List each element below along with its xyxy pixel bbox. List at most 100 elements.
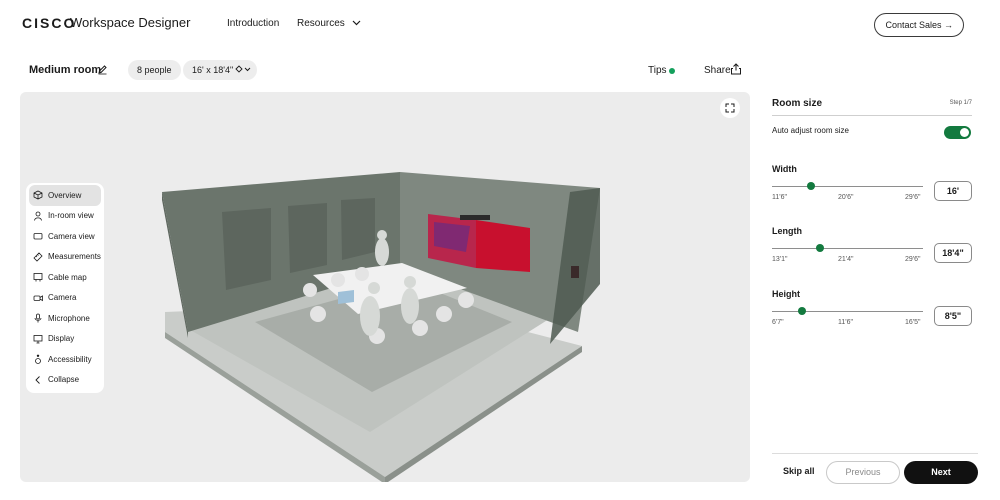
chair bbox=[331, 273, 345, 287]
panel-divider bbox=[772, 115, 972, 116]
height-tick-mid: 11'6" bbox=[838, 319, 853, 326]
person-head bbox=[404, 276, 416, 288]
view-item-label: Camera bbox=[48, 293, 77, 303]
chevron-down-icon bbox=[352, 20, 361, 26]
view-item-label: Display bbox=[48, 334, 75, 344]
view-item-label: Cable map bbox=[48, 272, 87, 282]
length-slider[interactable] bbox=[772, 248, 923, 249]
people-count: 8 people bbox=[137, 65, 172, 75]
person-head bbox=[377, 230, 387, 240]
auto-adjust-label: Auto adjust room size bbox=[772, 126, 849, 135]
laptop bbox=[338, 290, 354, 304]
accessibility-icon bbox=[35, 354, 41, 365]
length-value-input[interactable]: 18'4" bbox=[934, 243, 972, 263]
nav-introduction[interactable]: Introduction bbox=[227, 18, 279, 29]
width-tick-min: 11'6" bbox=[772, 194, 787, 201]
camera-icon bbox=[33, 295, 43, 301]
nav-resources[interactable]: Resources bbox=[297, 18, 361, 29]
view-item-label: Microphone bbox=[48, 313, 90, 323]
room-3d-viewport[interactable] bbox=[20, 92, 750, 482]
microphone-icon bbox=[34, 313, 42, 323]
room-toolbar: Medium room 8 people 16' x 18'4" Tips Sh… bbox=[0, 58, 1000, 84]
overview-icon bbox=[33, 190, 43, 200]
product-name: Workspace Designer bbox=[70, 15, 191, 30]
share-label: Share bbox=[704, 65, 731, 76]
view-item-label: Overview bbox=[48, 190, 82, 200]
view-item-label: Camera view bbox=[48, 231, 95, 241]
app-root: CISCO Workspace Designer Introduction Re… bbox=[0, 0, 1000, 500]
next-button[interactable]: Next bbox=[904, 461, 978, 484]
contact-sales-button[interactable]: Contact Sales → bbox=[874, 13, 964, 37]
chair bbox=[436, 306, 452, 322]
view-item-label: Accessibility bbox=[48, 354, 92, 364]
nav-resources-label: Resources bbox=[297, 18, 345, 29]
person-figure bbox=[401, 288, 419, 324]
acoustic-panel-2 bbox=[288, 203, 327, 273]
ruler-icon bbox=[33, 252, 43, 262]
acoustic-panel-1 bbox=[222, 208, 271, 290]
height-value-input[interactable]: 8'5" bbox=[934, 306, 972, 326]
expand-icon bbox=[725, 103, 735, 113]
person-figure bbox=[375, 238, 389, 266]
view-item-camera-view[interactable]: Camera view bbox=[29, 226, 101, 247]
height-tick-max: 16'5" bbox=[905, 319, 921, 326]
view-item-in-room[interactable]: In-room view bbox=[29, 206, 101, 227]
person-head bbox=[368, 282, 380, 294]
view-item-measurements[interactable]: Measurements bbox=[29, 247, 101, 268]
share-button[interactable]: Share bbox=[704, 65, 731, 76]
dimensions-chip[interactable]: 16' x 18'4" bbox=[183, 60, 258, 80]
tips-button[interactable]: Tips bbox=[648, 65, 667, 76]
previous-button[interactable]: Previous bbox=[826, 461, 900, 484]
dimensions-value: 16' x 18'4" bbox=[192, 65, 234, 75]
length-label: Length bbox=[772, 226, 802, 236]
display-icon bbox=[33, 334, 43, 344]
auto-adjust-toggle[interactable] bbox=[944, 126, 971, 139]
fullscreen-button[interactable] bbox=[720, 98, 740, 118]
width-label: Width bbox=[772, 164, 797, 174]
height-label: Height bbox=[772, 289, 800, 299]
skip-all-button[interactable]: Skip all bbox=[783, 466, 815, 476]
cable-icon bbox=[33, 273, 43, 282]
view-item-label: Collapse bbox=[48, 375, 80, 385]
room-render bbox=[162, 172, 600, 482]
top-navigation: CISCO Workspace Designer Introduction Re… bbox=[0, 0, 1000, 48]
chair bbox=[355, 267, 369, 281]
height-slider[interactable] bbox=[772, 311, 923, 312]
width-slider[interactable] bbox=[772, 186, 923, 187]
chair bbox=[310, 306, 326, 322]
view-item-label: In-room view bbox=[48, 211, 94, 221]
people-count-chip[interactable]: 8 people bbox=[128, 60, 181, 80]
footer-divider bbox=[772, 453, 978, 454]
width-slider-thumb[interactable] bbox=[807, 182, 816, 190]
height-slider-thumb[interactable] bbox=[798, 307, 807, 315]
view-item-collapse[interactable]: Collapse bbox=[29, 370, 101, 391]
share-icon[interactable] bbox=[730, 63, 742, 75]
nav-introduction-label: Introduction bbox=[227, 18, 280, 29]
step-indicator: Step 1/7 bbox=[949, 100, 972, 106]
width-tick-max: 29'6" bbox=[905, 194, 921, 201]
view-item-label: Measurements bbox=[48, 252, 101, 262]
chair bbox=[458, 292, 474, 308]
pencil-icon[interactable] bbox=[97, 64, 108, 75]
cisco-logo[interactable]: CISCO bbox=[22, 15, 76, 31]
display-right bbox=[476, 220, 530, 272]
panel-title: Room size bbox=[772, 98, 823, 109]
view-item-overview[interactable]: Overview bbox=[29, 185, 101, 206]
view-item-cable-map[interactable]: Cable map bbox=[29, 267, 101, 288]
tag-chevron-icon bbox=[235, 65, 251, 73]
view-item-display[interactable]: Display bbox=[29, 329, 101, 350]
chevron-left-icon bbox=[35, 375, 40, 384]
tips-label: Tips bbox=[648, 65, 667, 76]
view-item-camera[interactable]: Camera bbox=[29, 288, 101, 309]
camera-view-icon bbox=[33, 233, 43, 240]
length-tick-max: 29'6" bbox=[905, 256, 921, 263]
view-item-microphone[interactable]: Microphone bbox=[29, 308, 101, 329]
view-item-accessibility[interactable]: Accessibility bbox=[29, 349, 101, 370]
video-bar bbox=[460, 215, 490, 220]
acoustic-panel-3 bbox=[341, 198, 375, 260]
room-name: Medium room bbox=[29, 64, 102, 76]
width-value-input[interactable]: 16' bbox=[934, 181, 972, 201]
person-figure bbox=[360, 296, 380, 336]
length-slider-thumb[interactable] bbox=[816, 244, 825, 252]
chair bbox=[303, 283, 317, 297]
